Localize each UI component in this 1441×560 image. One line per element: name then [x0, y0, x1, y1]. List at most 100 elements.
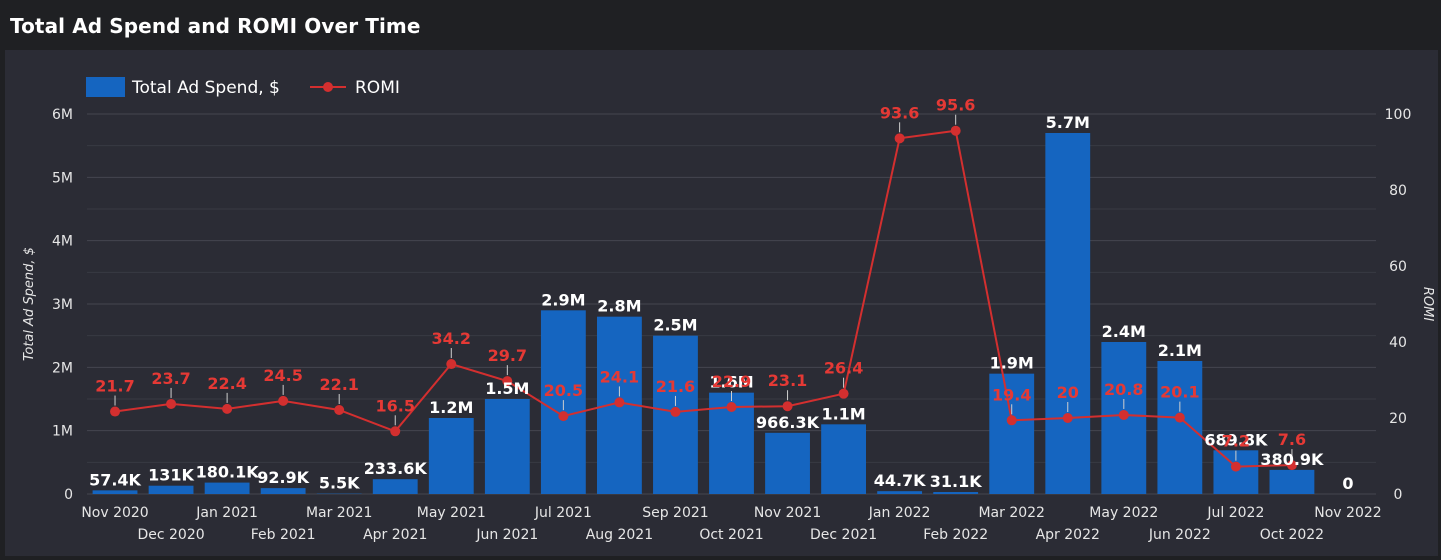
y-tick-label: 5M: [52, 170, 73, 186]
x-tick-label: May 2022: [1089, 505, 1158, 521]
romi-value-label: 93.6: [880, 103, 919, 122]
romi-value-label: 21.6: [656, 377, 695, 396]
y2-tick-label: 100: [1385, 107, 1412, 123]
x-tick-label: Mar 2021: [306, 505, 373, 521]
romi-point: [166, 399, 176, 409]
romi-point: [222, 404, 232, 414]
bar-value-label: 44.7K: [874, 471, 926, 490]
bar-value-label: 2.4M: [1102, 322, 1146, 341]
bar-value-label: 1.1M: [821, 404, 865, 423]
y2-tick-label: 40: [1389, 335, 1407, 351]
x-tick-label: Oct 2022: [1260, 527, 1324, 543]
romi-point: [1007, 415, 1017, 425]
bar-value-label: 233.6K: [364, 459, 428, 478]
bar: [877, 491, 922, 494]
y-tick-label: 4M: [52, 234, 73, 250]
romi-point: [1175, 413, 1185, 423]
romi-value-label: 24.5: [263, 366, 302, 385]
romi-point: [1119, 410, 1129, 420]
x-tick-label: May 2021: [417, 505, 486, 521]
bar-value-label: 2.5M: [653, 316, 697, 335]
bar-value-label: 57.4K: [89, 470, 141, 489]
legend-label-romi: ROMI: [355, 78, 400, 98]
bar-value-label: 180.1K: [196, 463, 260, 482]
romi-value-label: 16.5: [375, 396, 414, 415]
y-tick-label: 2M: [52, 360, 73, 376]
bar: [373, 479, 418, 494]
romi-point: [334, 405, 344, 415]
bar-value-label: 92.9K: [257, 468, 309, 487]
romi-point: [839, 389, 849, 399]
x-tick-label: Feb 2021: [251, 527, 316, 543]
bar-value-label: 380.9K: [1260, 450, 1324, 469]
romi-value-label: 23.1: [768, 371, 807, 390]
romi-point: [895, 133, 905, 143]
romi-value-label: 20.1: [1160, 383, 1199, 402]
y-tick-label: 3M: [52, 297, 73, 313]
romi-value-label: 26.4: [824, 359, 863, 378]
legend-swatch-ad-spend: [86, 77, 125, 97]
bar-value-label: 5.5K: [319, 474, 360, 493]
x-tick-label: Nov 2022: [1314, 505, 1381, 521]
x-tick-label: Nov 2020: [81, 505, 148, 521]
chart-title: Total Ad Spend and ROMI Over Time: [10, 14, 421, 38]
romi-value-label: 29.7: [488, 346, 527, 365]
bar: [821, 424, 866, 494]
y2-tick-label: 20: [1389, 411, 1407, 427]
legend-marker-romi: [323, 82, 333, 92]
x-tick-label: Dec 2020: [137, 527, 204, 543]
romi-value-label: 20: [1057, 383, 1079, 402]
romi-value-label: 23.7: [151, 369, 190, 388]
bar: [429, 418, 474, 494]
bar-value-label: 2.8M: [597, 297, 641, 316]
romi-value-label: 7.2: [1222, 432, 1250, 451]
romi-value-label: 20.5: [544, 381, 583, 400]
x-tick-label: Jul 2022: [1206, 505, 1264, 521]
bar: [261, 488, 306, 494]
y2-tick-label: 80: [1389, 183, 1407, 199]
x-tick-label: Apr 2022: [1036, 527, 1100, 543]
chart-panel: 01M2M3M4M5M6M020406080100Total Ad Spend,…: [5, 50, 1438, 556]
bar-value-label: 966.3K: [756, 413, 820, 432]
bar: [933, 492, 978, 494]
romi-point: [670, 407, 680, 417]
romi-point: [390, 426, 400, 436]
bar: [485, 399, 530, 494]
bar-value-label: 1.5M: [485, 379, 529, 398]
bar-value-label: 5.7M: [1046, 113, 1090, 132]
bar: [765, 433, 810, 494]
x-tick-label: Jan 2022: [868, 505, 931, 521]
romi-point: [1231, 462, 1241, 472]
romi-point: [558, 411, 568, 421]
romi-value-label: 24.1: [600, 367, 639, 386]
romi-point: [278, 396, 288, 406]
bar: [1045, 133, 1090, 494]
bar-value-label: 1.9M: [990, 354, 1034, 373]
y-tick-label: 1M: [52, 424, 73, 440]
romi-value-label: 22.1: [319, 375, 358, 394]
romi-value-label: 21.7: [95, 377, 134, 396]
y-tick-label: 0: [64, 487, 73, 503]
bar-value-label: 31.1K: [930, 472, 982, 491]
x-tick-label: Dec 2021: [810, 527, 877, 543]
romi-value-label: 7.6: [1278, 430, 1306, 449]
romi-point: [1063, 413, 1073, 423]
romi-point: [614, 397, 624, 407]
romi-point: [446, 359, 456, 369]
bar-value-label: 1.2M: [429, 398, 473, 417]
y2-tick-label: 60: [1389, 259, 1407, 275]
combo-chart: 01M2M3M4M5M6M020406080100Total Ad Spend,…: [5, 50, 1438, 556]
romi-point: [783, 401, 793, 411]
romi-line: [115, 131, 1292, 467]
y2-tick-label: 0: [1394, 487, 1403, 503]
legend-label-ad-spend: Total Ad Spend, $: [131, 78, 280, 98]
x-tick-label: Feb 2022: [923, 527, 988, 543]
x-tick-label: Jul 2021: [534, 505, 592, 521]
y-axis-title: Total Ad Spend, $: [22, 247, 37, 361]
romi-value-label: 95.6: [936, 96, 975, 115]
romi-point: [110, 407, 120, 417]
x-tick-label: Jun 2022: [1148, 527, 1211, 543]
bar-value-label: 2.9M: [541, 290, 585, 309]
x-tick-label: Oct 2021: [699, 527, 763, 543]
romi-value-label: 20.8: [1104, 380, 1143, 399]
